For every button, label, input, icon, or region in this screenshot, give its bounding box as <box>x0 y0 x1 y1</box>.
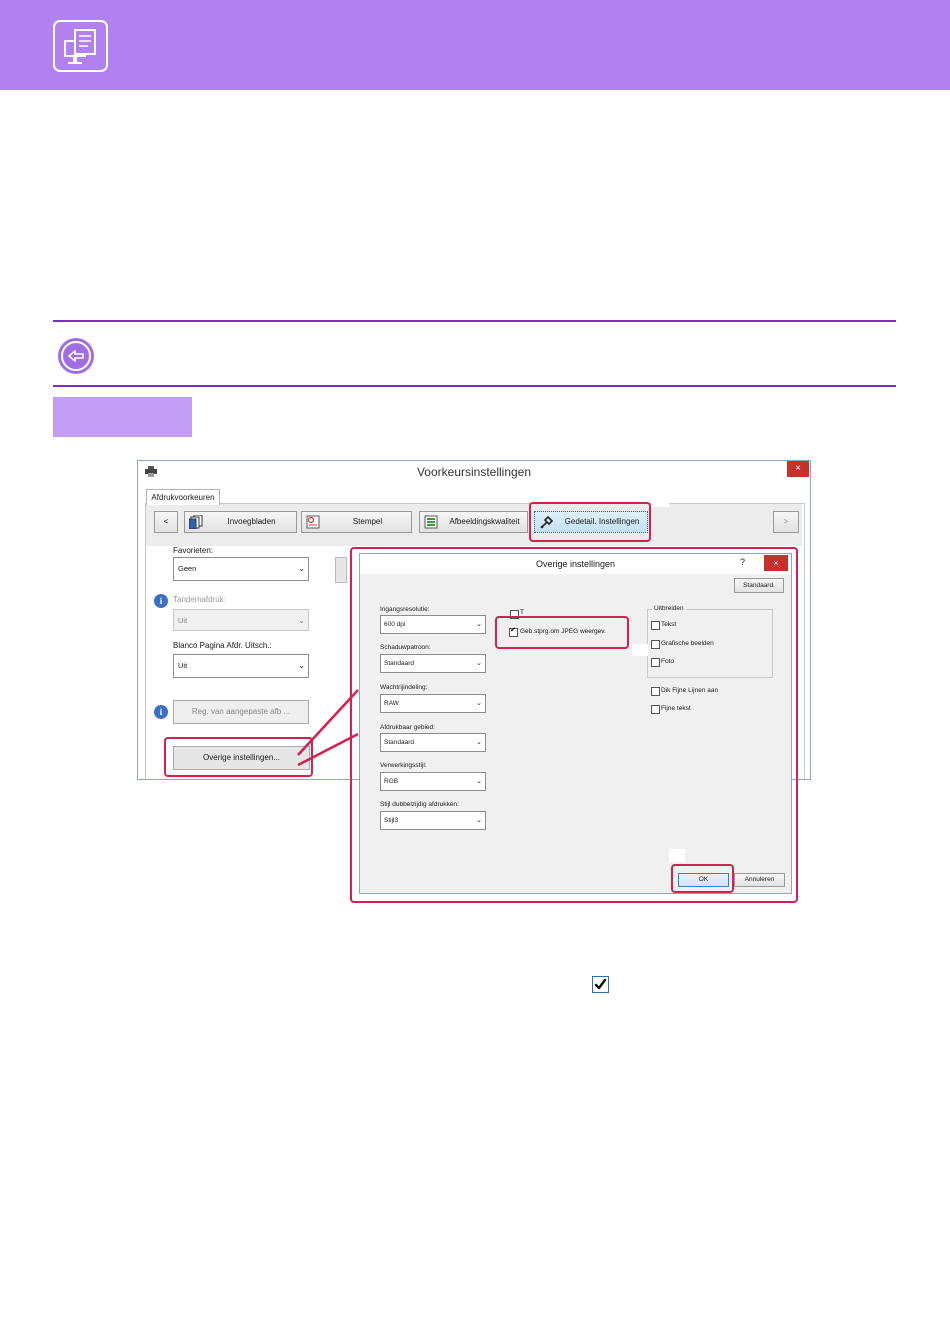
highlight-jpeg-checkbox <box>495 616 629 649</box>
highlight-other-settings-dialog <box>350 547 798 903</box>
highlight-other-settings <box>164 737 313 777</box>
checkmark-icon <box>592 976 609 993</box>
tab-print-preferences[interactable]: Afdrukvoorkeuren <box>146 489 220 505</box>
highlight-ok-button <box>671 864 734 893</box>
highlight-detailed-settings <box>529 502 651 542</box>
